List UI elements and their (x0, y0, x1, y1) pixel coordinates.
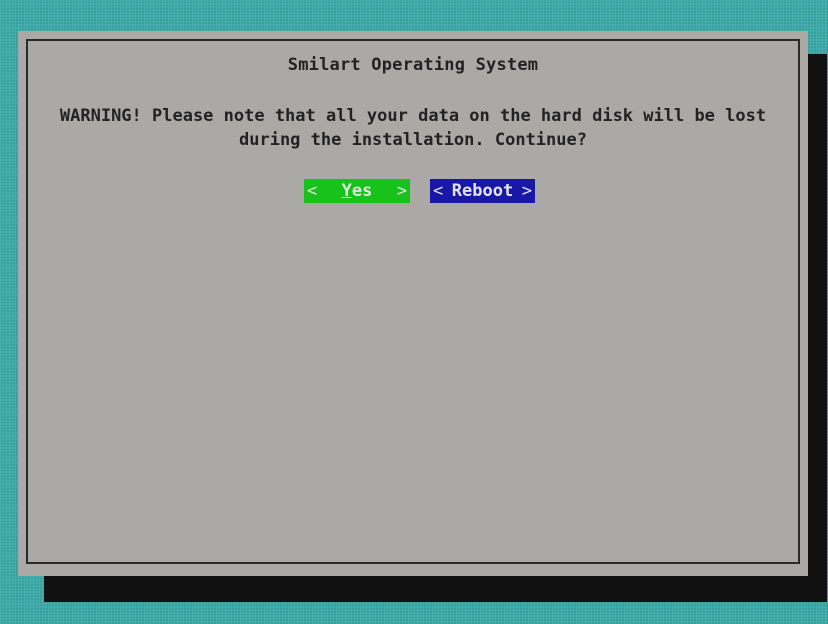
yes-button-left-bracket: < (307, 181, 318, 201)
warning-message-line-2: during the installation. Continue? (239, 130, 587, 150)
reboot-button-left-bracket: < (433, 181, 444, 201)
yes-button-label: Yes (342, 179, 373, 203)
reboot-button-right-bracket: > (521, 181, 532, 201)
yes-button-right-bracket: > (396, 181, 407, 201)
dialog-title: Smilart Operating System (287, 55, 539, 75)
warning-message-line-1: WARNING! Please note that all your data … (59, 106, 767, 126)
yes-button-label-rest: es (351, 181, 373, 201)
reboot-button[interactable]: < Reboot > (430, 179, 535, 203)
reboot-button-label: Reboot (451, 181, 514, 201)
yes-button[interactable]: < Yes > (304, 179, 410, 203)
installer-dialog: Smilart Operating System WARNING! Please… (18, 31, 808, 576)
yes-button-hotkey: Y (341, 181, 352, 201)
button-row: < Yes > < Reboot > (304, 179, 535, 203)
warning-message: WARNING! Please note that all your data … (38, 104, 788, 152)
